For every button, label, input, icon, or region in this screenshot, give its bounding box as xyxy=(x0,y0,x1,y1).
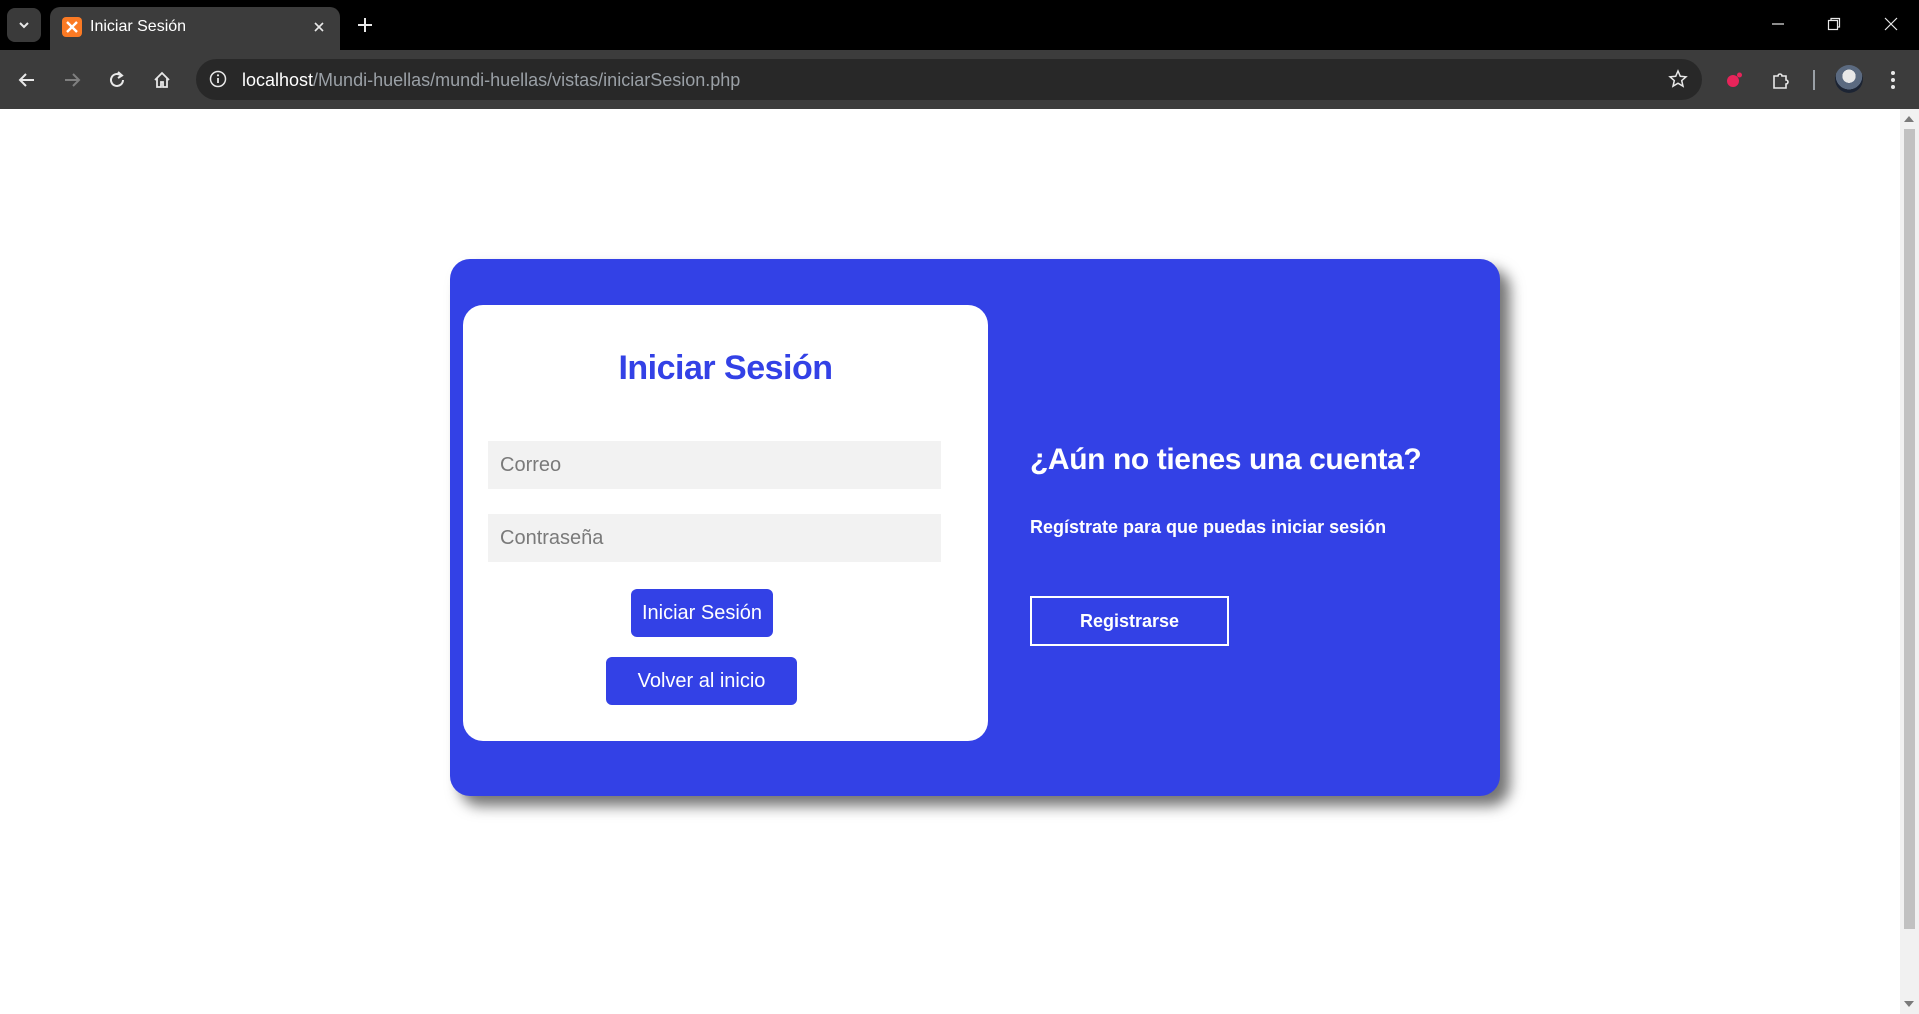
login-button[interactable]: Iniciar Sesión xyxy=(631,589,773,637)
password-field[interactable] xyxy=(488,514,941,562)
new-tab-plus-icon[interactable] xyxy=(352,12,378,38)
login-form-panel: Iniciar Sesión Iniciar Sesión Volver al … xyxy=(463,305,988,741)
site-info-icon[interactable] xyxy=(204,65,232,93)
address-bar[interactable]: localhost/Mundi-huellas/mundi-huellas/vi… xyxy=(196,59,1702,100)
extension-bug-icon[interactable] xyxy=(1716,62,1752,98)
url-path: /Mundi-huellas/mundi-huellas/vistas/inic… xyxy=(313,70,741,90)
browser-tab[interactable]: Iniciar Sesión xyxy=(50,7,340,50)
scroll-down-arrow-icon[interactable] xyxy=(1904,1001,1914,1007)
restore-icon[interactable] xyxy=(1814,8,1854,40)
login-card: Iniciar Sesión Iniciar Sesión Volver al … xyxy=(450,259,1500,796)
back-home-button[interactable]: Volver al inicio xyxy=(606,657,797,705)
back-arrow-icon[interactable] xyxy=(9,62,45,98)
page-viewport: Iniciar Sesión Iniciar Sesión Volver al … xyxy=(0,109,1900,1014)
tab-search-button[interactable] xyxy=(7,8,41,42)
email-field[interactable] xyxy=(488,441,941,489)
browser-tab-bar: Iniciar Sesión xyxy=(0,0,1919,50)
chevron-down-icon xyxy=(19,22,29,29)
register-heading: ¿Aún no tienes una cuenta? xyxy=(1030,443,1422,476)
bookmark-star-icon[interactable] xyxy=(1664,65,1692,93)
tab-title: Iniciar Sesión xyxy=(90,18,187,35)
profile-avatar[interactable] xyxy=(1835,65,1863,93)
page-scrollbar[interactable] xyxy=(1900,109,1919,1014)
tab-close-icon[interactable] xyxy=(308,16,330,38)
home-icon[interactable] xyxy=(144,62,180,98)
browser-toolbar: localhost/Mundi-huellas/mundi-huellas/vi… xyxy=(0,50,1919,109)
register-subtext: Regístrate para que puedas iniciar sesió… xyxy=(1030,517,1387,537)
reload-icon[interactable] xyxy=(99,62,135,98)
extensions-puzzle-icon[interactable] xyxy=(1763,62,1799,98)
scrollbar-thumb[interactable] xyxy=(1904,129,1915,929)
scroll-up-arrow-icon[interactable] xyxy=(1904,116,1914,122)
more-menu-icon[interactable] xyxy=(1875,62,1911,98)
url-text: localhost/Mundi-huellas/mundi-huellas/vi… xyxy=(242,70,740,91)
minimize-icon[interactable] xyxy=(1758,8,1798,40)
register-button[interactable]: Registrarse xyxy=(1030,596,1229,646)
login-title: Iniciar Sesión xyxy=(618,349,833,387)
url-host: localhost xyxy=(242,70,314,90)
forward-arrow-icon[interactable] xyxy=(54,62,90,98)
toolbar-divider xyxy=(1813,70,1815,90)
xampp-favicon-icon xyxy=(62,17,82,37)
close-window-icon[interactable] xyxy=(1871,8,1911,40)
